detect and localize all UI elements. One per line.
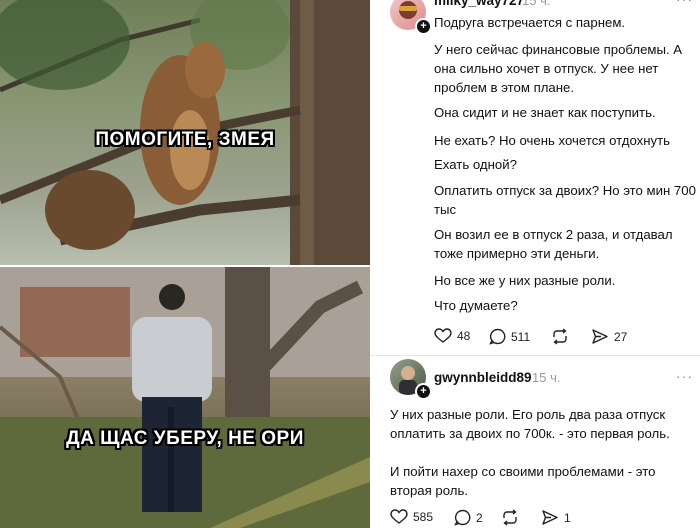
meme-image: ПОМОГИТЕ, ЗМЕЯ ДА ЩАС УБЕРУ, НЕ ОРИ xyxy=(0,0,370,528)
reply-repost-button[interactable] xyxy=(501,509,524,526)
post-paragraph: Оплатить отпуск за двоих? Но это мин 700… xyxy=(434,183,696,217)
threads-feed: + milky_way727 15 ч. Подруга встречается… xyxy=(370,0,700,528)
post-repost-button[interactable] xyxy=(551,328,574,345)
post-comment-button[interactable]: 511 xyxy=(489,328,530,345)
post-paragraph: Подруга встречается с парнем. xyxy=(434,15,626,30)
heart-icon xyxy=(434,328,452,343)
reply-like-button[interactable]: 585 xyxy=(390,509,433,525)
post-like-button[interactable]: 48 xyxy=(434,328,470,344)
reply-paragraph: И пойти нахер со своими проблемами - это… xyxy=(390,464,656,498)
post-like-count: 48 xyxy=(457,329,471,343)
post-paragraph: Не ехать? Но очень хочется отдохнуть xyxy=(434,133,671,148)
repost-icon xyxy=(503,509,517,526)
share-icon xyxy=(542,510,558,525)
post-paragraph: Она сидит и не знает как поступить. xyxy=(434,105,656,120)
reply-share-button[interactable]: 1 xyxy=(541,509,571,526)
reply-paragraph: У них разные роли. Его роль два раза отп… xyxy=(390,407,670,441)
follow-plus-icon[interactable]: + xyxy=(415,18,432,35)
follow-plus-icon[interactable]: + xyxy=(415,383,432,400)
post-comment-count: 511 xyxy=(511,329,531,344)
reply-like-count: 585 xyxy=(413,510,434,524)
post-paragraph: У него сейчас финансовые проблемы. А она… xyxy=(434,42,683,95)
reply-share-count: 1 xyxy=(564,510,571,525)
post-separator xyxy=(370,355,700,356)
reply-comment-count: 2 xyxy=(476,510,483,525)
reply-time: 15 ч. xyxy=(532,370,561,385)
share-icon xyxy=(592,329,608,344)
post-paragraph: Но все же у них разные роли. xyxy=(434,273,616,288)
meme-top-panel: ПОМОГИТЕ, ЗМЕЯ xyxy=(0,0,370,265)
reply-comment-button[interactable]: 2 xyxy=(454,509,483,526)
post-username[interactable]: milky_way727 xyxy=(434,0,524,8)
post-share-button[interactable]: 27 xyxy=(591,328,627,345)
post-paragraph: Он возил ее в отпуск 2 раза, и отдавал т… xyxy=(434,227,673,261)
comment-icon xyxy=(489,328,506,345)
comment-icon xyxy=(454,509,471,526)
more-options-icon[interactable]: ··· xyxy=(676,368,693,384)
post-time: 15 ч. xyxy=(522,0,551,8)
reply-username[interactable]: gwynnbleidd89 xyxy=(434,370,532,385)
post-share-count: 27 xyxy=(614,329,628,344)
man-tree-illustration xyxy=(0,267,370,528)
top-caption: ПОМОГИТЕ, ЗМЕЯ xyxy=(95,129,275,150)
meme-bottom-panel: ДА ЩАС УБЕРУ, НЕ ОРИ xyxy=(0,267,370,528)
heart-icon xyxy=(390,509,408,524)
repost-icon xyxy=(553,328,567,345)
post-paragraph: Ехать одной? xyxy=(434,157,517,172)
post-paragraph: Что думаете? xyxy=(434,298,518,313)
more-options-icon[interactable]: ··· xyxy=(676,0,693,7)
bottom-caption: ДА ЩАС УБЕРУ, НЕ ОРИ xyxy=(66,428,304,449)
